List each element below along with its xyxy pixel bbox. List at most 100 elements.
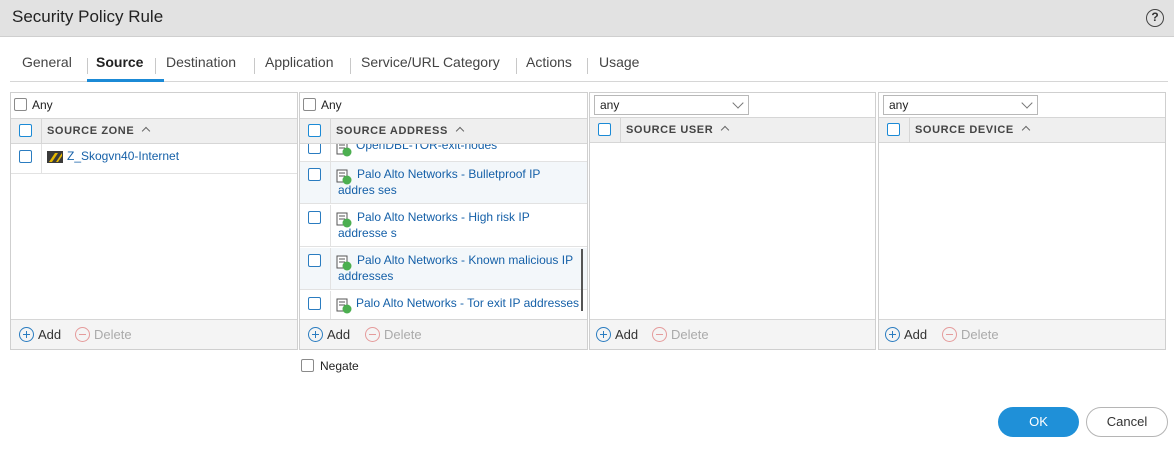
address-name[interactable]: Palo Alto Networks - Tor exit IP address… [356, 295, 579, 311]
any-label: Any [321, 97, 342, 112]
edl-icon [336, 144, 352, 157]
delete-icon [942, 327, 957, 342]
select-value: any [600, 98, 620, 112]
tab-actions[interactable]: Actions [526, 54, 572, 70]
cell-divider [41, 144, 42, 173]
table-row[interactable]: OpenDBL-TOR-exit-nodes [300, 144, 587, 162]
column-header-label: SOURCE ADDRESS [336, 125, 448, 137]
tab-divider [254, 58, 255, 74]
tab-usage[interactable]: Usage [599, 54, 639, 70]
source-device-header: SOURCE DEVICE [879, 117, 1165, 143]
tab-source[interactable]: Source [96, 54, 143, 70]
tab-application[interactable]: Application [265, 54, 334, 70]
source-user-column-header[interactable]: SOURCE USER [626, 124, 730, 136]
select-all-checkbox[interactable] [598, 123, 611, 136]
add-icon [19, 327, 34, 342]
row-checkbox[interactable] [19, 150, 32, 163]
edl-icon [336, 298, 352, 314]
address-name[interactable]: Palo Alto Networks - High risk IP addres… [338, 209, 579, 241]
ok-button[interactable]: OK [998, 407, 1079, 437]
delete-icon [652, 327, 667, 342]
zone-name[interactable]: Z_Skogvn40-Internet [67, 148, 289, 164]
source-zone-panel: Any SOURCE ZONE Z_Skogvn40-Internet Add … [10, 92, 298, 350]
cell-divider [330, 162, 331, 203]
delete-label: Delete [961, 327, 999, 342]
row-checkbox[interactable] [308, 168, 321, 181]
source-zone-header: SOURCE ZONE [11, 118, 297, 144]
negate-label: Negate [320, 358, 359, 373]
column-header-label: SOURCE USER [626, 124, 714, 136]
dialog-titlebar: Security Policy Rule ? [0, 0, 1174, 37]
tab-destination[interactable]: Destination [166, 54, 236, 70]
header-divider [620, 118, 621, 142]
tab-service-url-category[interactable]: Service/URL Category [361, 54, 500, 70]
tab-divider [87, 58, 88, 74]
scrollbar-thumb[interactable] [581, 249, 583, 311]
row-checkbox[interactable] [308, 297, 321, 310]
source-zone-any: Any [14, 97, 53, 112]
source-user-footer: Add Delete [590, 319, 875, 349]
tab-divider [350, 58, 351, 74]
address-name[interactable]: Palo Alto Networks - Bulletproof IP addr… [338, 166, 579, 198]
source-zone-footer: Add Delete [11, 319, 297, 349]
delete-label: Delete [671, 327, 709, 342]
source-user-select[interactable]: any [594, 95, 749, 115]
delete-button[interactable]: Delete [75, 327, 132, 342]
cancel-button[interactable]: Cancel [1086, 407, 1168, 437]
cell-divider [330, 291, 331, 320]
table-row[interactable]: Palo Alto Networks - Tor exit IP address… [300, 291, 587, 320]
chevron-down-icon [1021, 97, 1033, 109]
delete-button[interactable]: Delete [365, 327, 422, 342]
source-user-header: SOURCE USER [590, 117, 875, 143]
delete-button[interactable]: Delete [652, 327, 709, 342]
source-address-any: Any [303, 97, 342, 112]
source-user-panel: any SOURCE USER Add Delete [589, 92, 876, 350]
add-icon [596, 327, 611, 342]
source-zone-column-header[interactable]: SOURCE ZONE [47, 125, 151, 137]
header-divider [330, 119, 331, 143]
header-divider [909, 118, 910, 142]
source-address-column-header[interactable]: SOURCE ADDRESS [336, 125, 465, 137]
cell-divider [330, 144, 331, 161]
delete-icon [75, 327, 90, 342]
negate-checkbox[interactable] [301, 359, 314, 373]
table-row[interactable]: Palo Alto Networks - High risk IP addres… [300, 205, 587, 247]
tab-general[interactable]: General [22, 54, 72, 70]
chevron-down-icon [732, 97, 744, 109]
address-name[interactable]: Palo Alto Networks - Known malicious IP … [338, 252, 579, 284]
sort-asc-icon [721, 125, 730, 135]
tab-bar: General Source Destination Application S… [10, 50, 1168, 82]
source-device-select[interactable]: any [883, 95, 1038, 115]
add-button[interactable]: Add [308, 327, 350, 342]
delete-button[interactable]: Delete [942, 327, 999, 342]
row-checkbox[interactable] [308, 254, 321, 267]
table-row[interactable]: Palo Alto Networks - Bulletproof IP addr… [300, 162, 587, 204]
sort-asc-icon [142, 126, 151, 136]
delete-icon [365, 327, 380, 342]
select-all-checkbox[interactable] [308, 124, 321, 137]
tab-divider [155, 58, 156, 74]
add-label: Add [38, 327, 62, 342]
source-address-any-checkbox[interactable] [303, 98, 316, 112]
add-button[interactable]: Add [19, 327, 61, 342]
add-label: Add [327, 327, 351, 342]
source-address-footer: Add Delete [300, 319, 587, 349]
add-button[interactable]: Add [885, 327, 927, 342]
zone-icon [47, 151, 63, 163]
add-button[interactable]: Add [596, 327, 638, 342]
address-name[interactable]: OpenDBL-TOR-exit-nodes [356, 144, 579, 153]
select-all-checkbox[interactable] [887, 123, 900, 136]
select-all-checkbox[interactable] [19, 124, 32, 137]
source-zone-any-checkbox[interactable] [14, 98, 27, 112]
table-row[interactable]: Palo Alto Networks - Known malicious IP … [300, 248, 587, 290]
help-icon[interactable]: ? [1146, 9, 1164, 27]
column-header-label: SOURCE DEVICE [915, 124, 1014, 136]
tab-divider [516, 58, 517, 74]
source-device-column-header[interactable]: SOURCE DEVICE [915, 124, 1031, 136]
row-checkbox[interactable] [308, 211, 321, 224]
add-icon [308, 327, 323, 342]
source-address-panel: Any SOURCE ADDRESS OpenDBL-TOR-exit-node… [299, 92, 588, 350]
row-checkbox[interactable] [308, 144, 321, 154]
source-address-list[interactable]: OpenDBL-TOR-exit-nodes Palo Alto Network… [300, 144, 587, 320]
table-row[interactable]: Z_Skogvn40-Internet [11, 144, 297, 174]
